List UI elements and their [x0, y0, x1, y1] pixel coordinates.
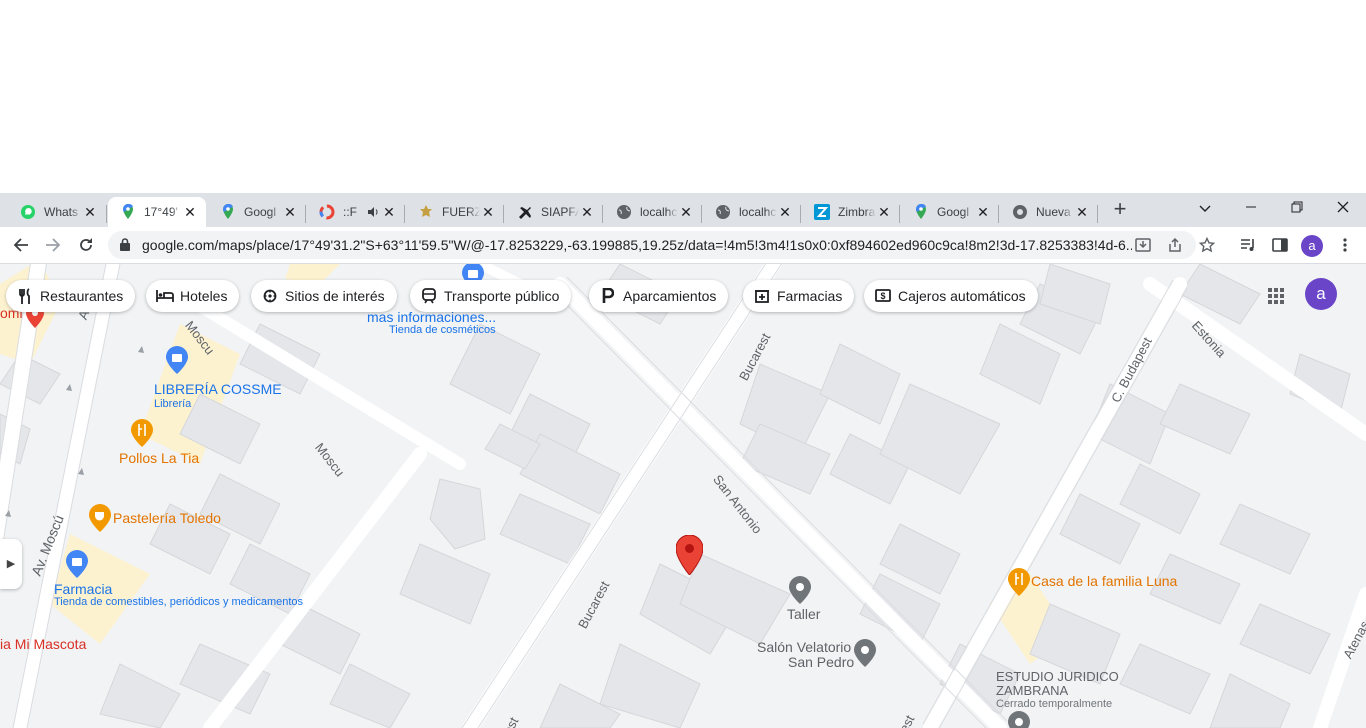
chip-sitios-de-interes[interactable]: Sitios de interés [251, 280, 397, 312]
close-tab-icon[interactable]: ✕ [975, 204, 991, 220]
restaurant-icon[interactable] [1008, 568, 1030, 596]
account-avatar[interactable]: a [1305, 278, 1337, 310]
chip-transporte-publico[interactable]: Transporte público [410, 280, 572, 312]
chip-cajeros[interactable]: $ Cajeros automáticos [864, 280, 1038, 312]
chip-farmacias[interactable]: Farmacias [743, 280, 855, 312]
parking-icon [599, 287, 617, 305]
shopping-bag-icon[interactable] [166, 346, 188, 374]
globe-icon [715, 204, 731, 220]
tab-google-maps[interactable]: Googl ✕ [208, 197, 306, 227]
globe-icon [616, 204, 632, 220]
tab-search-chevron-icon[interactable] [1190, 196, 1220, 220]
chip-aparcamientos[interactable]: Aparcamientos [589, 280, 729, 312]
place-marker-gray-icon[interactable] [854, 639, 876, 667]
back-button[interactable] [8, 232, 34, 258]
map-canvas[interactable]: Av. Mo Av. Moscú Moscu Moscu Bucarest Bu… [0, 264, 1366, 728]
reload-button[interactable] [73, 232, 99, 258]
close-tab-icon[interactable]: ✕ [777, 204, 793, 220]
place-label[interactable]: ia Mi Mascota [0, 636, 86, 652]
place-label[interactable]: Farmacia [54, 581, 112, 597]
close-tab-icon[interactable]: ✕ [1074, 204, 1090, 220]
blank-area [0, 0, 1366, 193]
fork-knife-icon [16, 287, 34, 305]
app-icon [319, 204, 335, 220]
bookmark-star-icon[interactable] [1198, 236, 1216, 254]
chip-hoteles[interactable]: Hoteles [146, 280, 240, 312]
shopping-bag-icon[interactable] [66, 550, 88, 578]
place-marker-gray-icon[interactable] [1008, 711, 1030, 728]
google-maps-icon [220, 204, 236, 220]
share-icon[interactable] [1166, 236, 1184, 254]
place-category: Tienda de cosméticos [389, 324, 496, 336]
place-category: Tienda de comestibles, periódicos y medi… [54, 596, 304, 608]
place-label[interactable]: Pollos La Tia [119, 450, 199, 466]
landmark-icon [261, 287, 279, 305]
google-maps-icon [120, 204, 136, 220]
close-tab-icon[interactable]: ✕ [82, 204, 98, 220]
svg-text:$: $ [880, 291, 885, 301]
expand-side-panel-button[interactable]: ▶ [0, 539, 22, 589]
cafe-icon[interactable] [89, 504, 111, 532]
address-bar[interactable]: google.com/maps/place/17°49'31.2"S+63°11… [108, 231, 1215, 259]
tab-siapfa[interactable]: SIAPFA ✕ [505, 197, 603, 227]
place-marker-gray-icon[interactable] [789, 576, 811, 604]
place-label[interactable]: San Pedro [788, 654, 854, 670]
place-category: Librería [154, 398, 192, 410]
place-label[interactable]: Taller [787, 606, 820, 622]
browser-toolbar: google.com/maps/place/17°49'31.2"S+63°11… [0, 227, 1366, 264]
zimbra-icon [814, 204, 830, 220]
tab-google-maps-active[interactable]: 17°49' ✕ [108, 197, 206, 227]
whatsapp-icon [20, 204, 36, 220]
place-label[interactable]: ZAMBRANA [996, 683, 1068, 698]
restore-button[interactable] [1282, 196, 1312, 220]
menu-kebab-icon[interactable] [1332, 232, 1358, 258]
tab-app[interactable]: ::F ✕ [307, 197, 405, 227]
forward-button[interactable] [40, 232, 66, 258]
tab-strip: Whats ✕ 17°49' ✕ Googl ✕ ::F ✕ FUERZ ✕ S… [0, 193, 1366, 227]
chrome-icon [1012, 204, 1028, 220]
emblem-icon [418, 204, 434, 220]
profile-avatar[interactable]: a [1301, 235, 1323, 257]
minimize-button[interactable] [1236, 196, 1266, 220]
url-text[interactable]: google.com/maps/place/17°49'31.2"S+63°11… [142, 237, 1132, 253]
bed-icon [156, 287, 174, 305]
place-label[interactable]: LIBRERÍA COSSME [154, 381, 282, 397]
tab-zimbra[interactable]: Zimbra ✕ [802, 197, 900, 227]
chevron-right-icon: ▶ [6, 558, 16, 570]
close-tab-icon[interactable]: ✕ [678, 204, 694, 220]
close-tab-icon[interactable]: ✕ [876, 204, 892, 220]
close-tab-icon[interactable]: ✕ [282, 204, 298, 220]
close-tab-icon[interactable]: ✕ [182, 204, 198, 220]
plane-icon [517, 204, 533, 220]
speaker-icon[interactable] [365, 204, 381, 220]
new-tab-button[interactable]: + [1108, 198, 1132, 222]
media-controls-icon[interactable] [1235, 232, 1261, 258]
lock-icon[interactable] [120, 238, 130, 256]
chip-restaurantes[interactable]: Restaurantes [6, 280, 136, 312]
tab-localhost[interactable]: localhc ✕ [604, 197, 702, 227]
restaurant-icon[interactable] [131, 419, 153, 447]
install-icon[interactable] [1134, 236, 1152, 254]
pharmacy-icon [753, 287, 771, 305]
place-label[interactable]: ESTUDIO JURIDICO [996, 669, 1119, 684]
google-maps-icon [913, 204, 929, 220]
place-label[interactable]: Casa de la familia Luna [1031, 573, 1177, 589]
google-apps-icon[interactable] [1264, 284, 1288, 308]
tab-whatsapp[interactable]: Whats ✕ [8, 197, 106, 227]
tab-localhost-2[interactable]: localhc ✕ [703, 197, 801, 227]
place-label[interactable]: Pastelería Toledo [113, 510, 221, 526]
side-panel-icon[interactable] [1267, 232, 1293, 258]
close-window-button[interactable] [1328, 196, 1358, 220]
close-tab-icon[interactable]: ✕ [579, 204, 595, 220]
atm-icon: $ [874, 287, 892, 305]
place-status: Cerrado temporalmente [996, 698, 1113, 710]
tab-google-maps-2[interactable]: Googl ✕ [901, 197, 999, 227]
train-icon [420, 287, 438, 305]
tab-new-tab[interactable]: Nueva ✕ [1000, 197, 1098, 227]
place-label[interactable]: Salón Velatorio [757, 639, 851, 655]
close-tab-icon[interactable]: ✕ [381, 204, 397, 220]
close-tab-icon[interactable]: ✕ [480, 204, 496, 220]
tab-fuerza[interactable]: FUERZ ✕ [406, 197, 504, 227]
location-pin-icon[interactable] [676, 535, 703, 575]
